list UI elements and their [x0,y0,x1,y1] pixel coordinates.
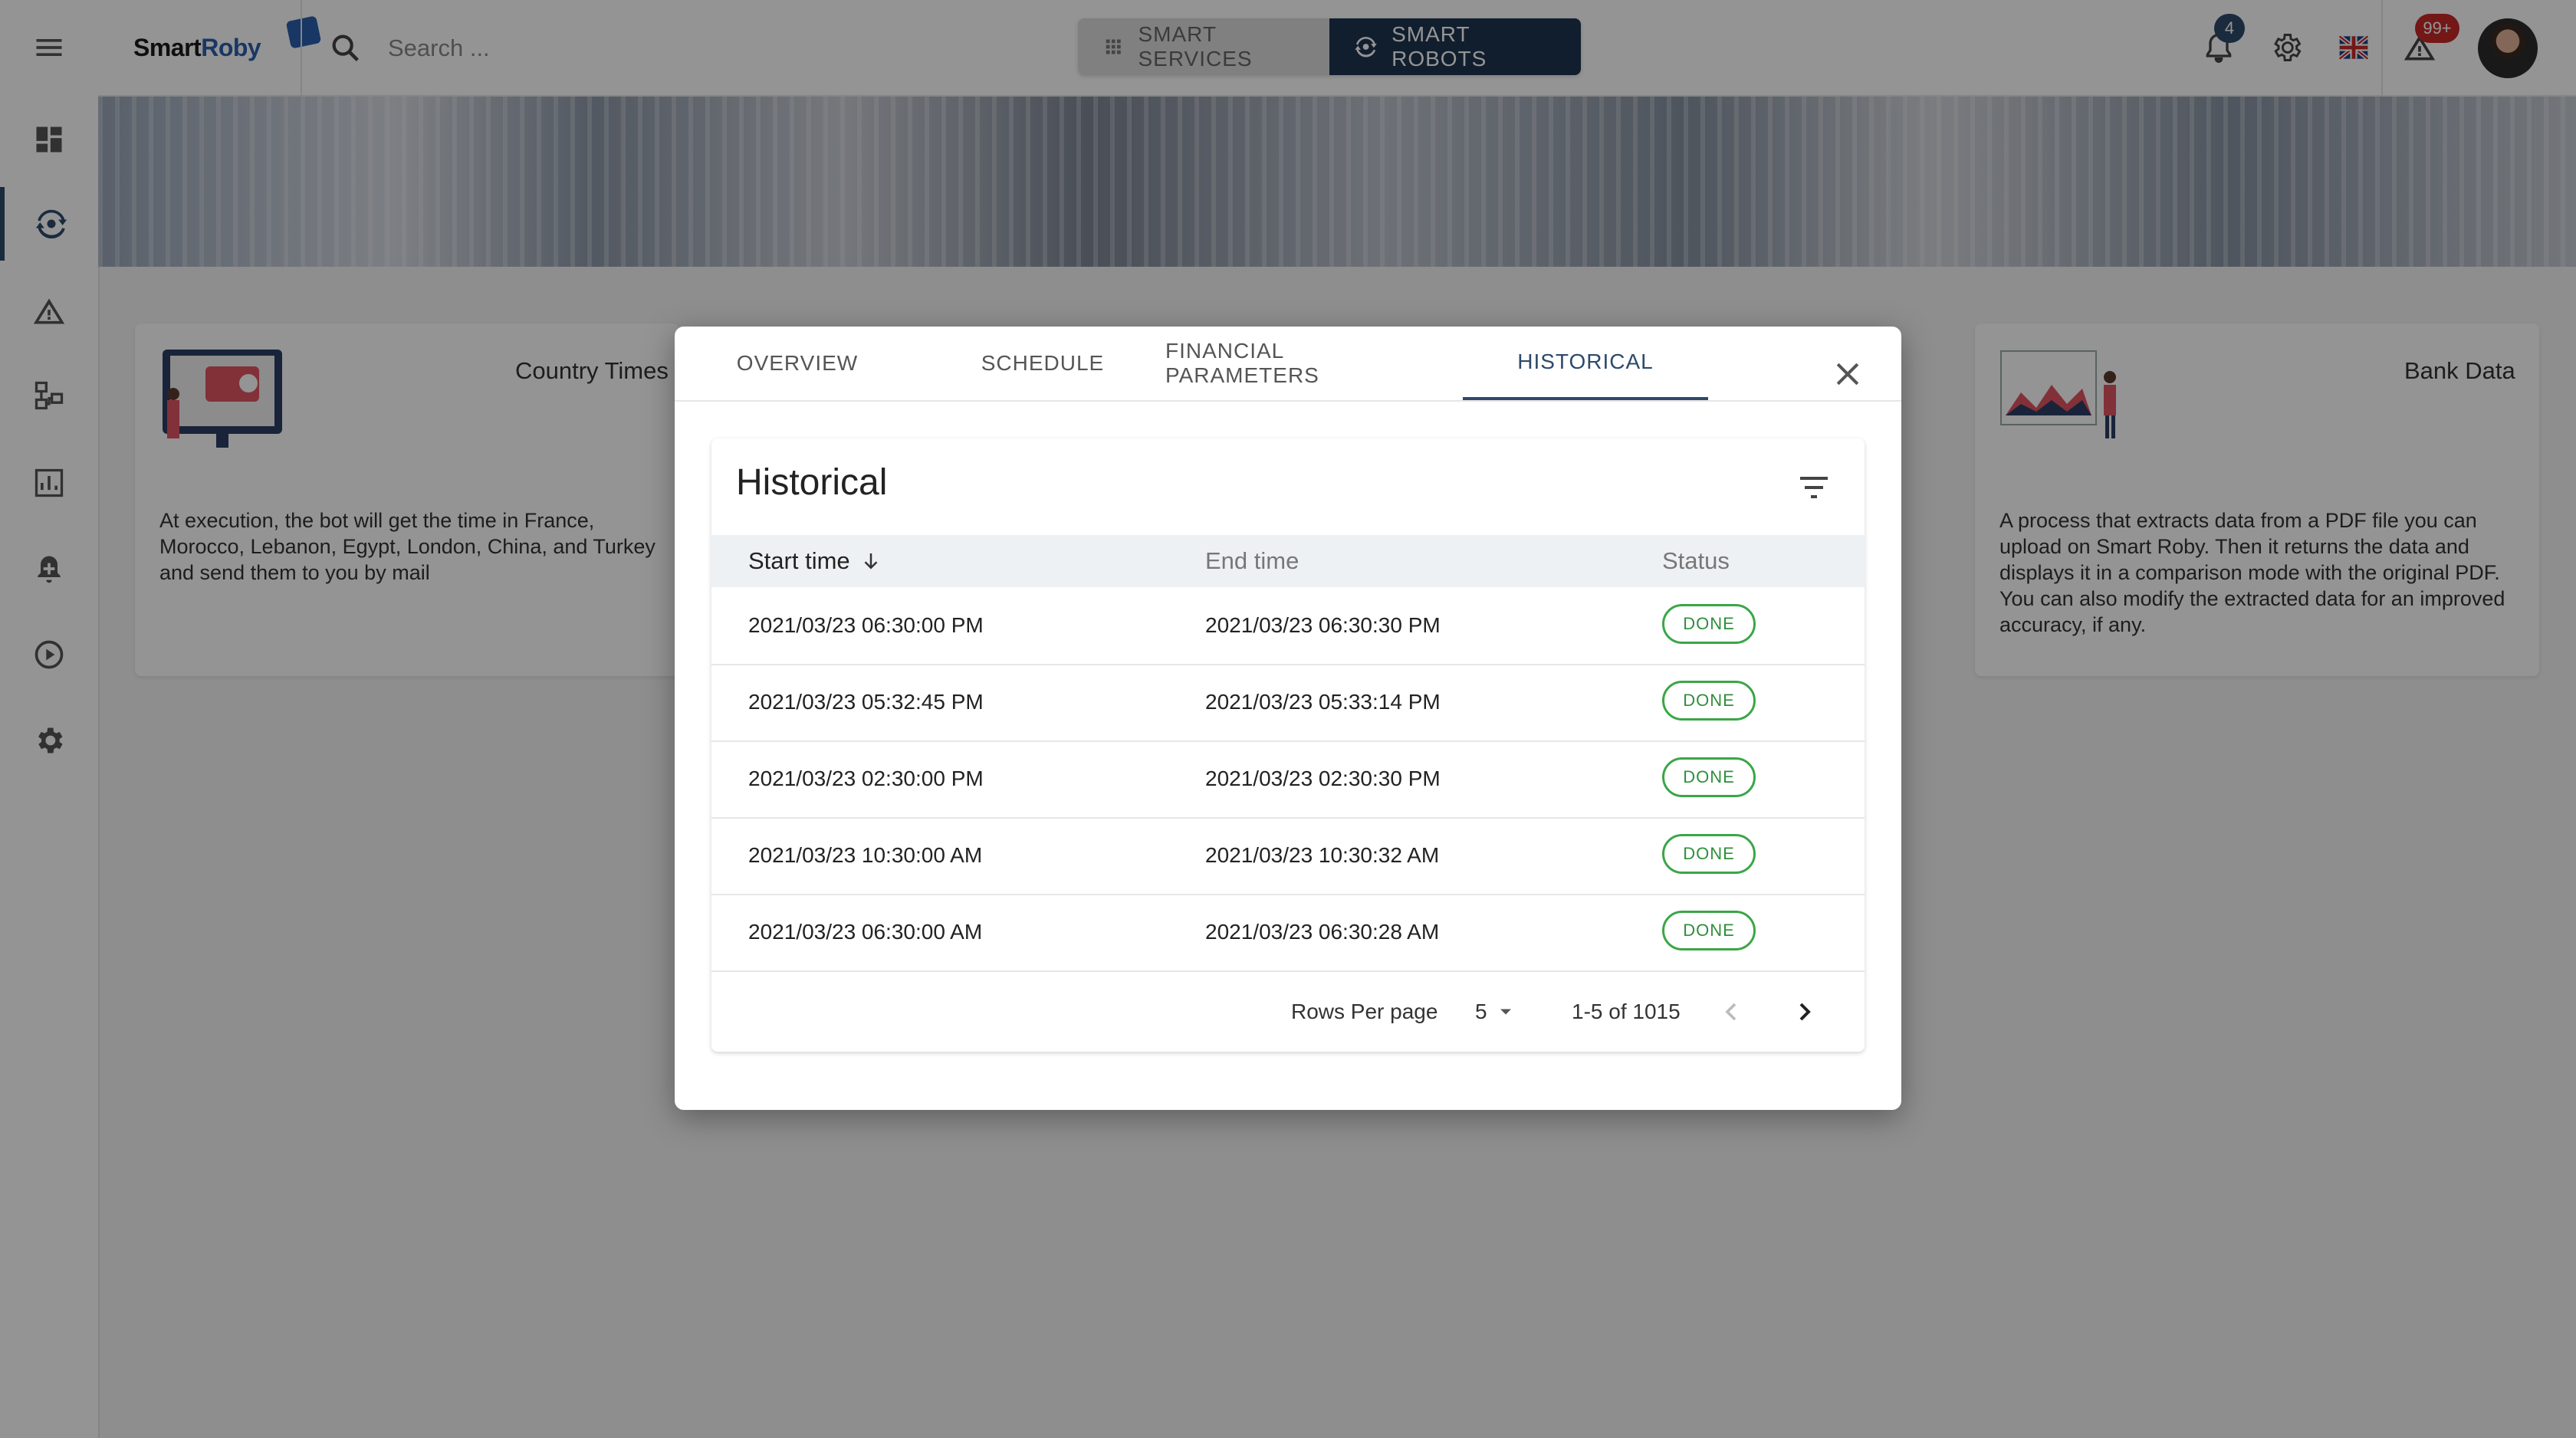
filter-icon[interactable] [1796,469,1832,506]
column-label: Start time [748,547,850,574]
rows-per-page-label: Rows Per page [1291,1000,1438,1023]
start-time-cell: 2021/03/23 02:30:00 PM [748,767,984,790]
caret-down-icon [1500,1009,1511,1015]
start-time-cell: 2021/03/23 05:32:45 PM [748,690,984,714]
close-icon[interactable] [1831,357,1865,391]
dialog-tabs: OVERVIEW SCHEDULE FINANCIAL PARAMETERS H… [675,327,1901,402]
end-time-cell: 2021/03/23 10:30:32 AM [1205,843,1440,867]
historical-panel: Historical Start time End time Status 20… [711,438,1865,1052]
column-header-end-time[interactable]: End time [1205,535,1299,587]
start-time-cell: 2021/03/23 10:30:00 AM [748,843,983,867]
table-row[interactable]: 2021/03/23 05:32:45 PM 2021/03/23 05:33:… [711,664,1865,742]
next-page-button[interactable] [1786,993,1823,1030]
section-title: Historical [736,462,888,503]
tab-historical[interactable]: HISTORICAL [1463,327,1708,400]
rows-per-page-select[interactable]: 5 [1475,995,1516,1029]
table-row[interactable]: 2021/03/23 06:30:00 PM 2021/03/23 06:30:… [711,587,1865,665]
status-badge: DONE [1662,757,1756,797]
sort-arrow-down-icon [864,553,878,570]
pagination: Rows Per page 5 1-5 of 1015 [711,972,1865,1052]
table-row[interactable]: 2021/03/23 10:30:00 AM 2021/03/23 10:30:… [711,817,1865,895]
end-time-cell: 2021/03/23 05:33:14 PM [1205,690,1441,714]
start-time-cell: 2021/03/23 06:30:00 AM [748,920,983,944]
table-row[interactable]: 2021/03/23 02:30:00 PM 2021/03/23 02:30:… [711,740,1865,819]
tab-overview[interactable]: OVERVIEW [675,327,920,400]
column-header-status[interactable]: Status [1662,535,1730,587]
end-time-cell: 2021/03/23 06:30:28 AM [1205,920,1440,944]
rows-per-page-value: 5 [1475,1000,1487,1023]
status-badge: DONE [1662,681,1756,721]
chevron-left-icon [1725,1003,1737,1021]
table-header: Start time End time Status [711,535,1865,587]
tab-financial-parameters[interactable]: FINANCIAL PARAMETERS [1165,327,1411,400]
column-header-start-time[interactable]: Start time [748,535,882,587]
status-badge: DONE [1662,604,1756,644]
status-badge: DONE [1662,834,1756,874]
end-time-cell: 2021/03/23 06:30:30 PM [1205,613,1441,637]
tab-schedule[interactable]: SCHEDULE [920,327,1165,400]
start-time-cell: 2021/03/23 06:30:00 PM [748,613,984,637]
robot-details-dialog: OVERVIEW SCHEDULE FINANCIAL PARAMETERS H… [675,327,1901,1110]
previous-page-button[interactable] [1713,993,1750,1030]
chevron-right-icon [1799,1003,1811,1021]
end-time-cell: 2021/03/23 02:30:30 PM [1205,767,1441,790]
page-range: 1-5 of 1015 [1572,1000,1681,1023]
table-row[interactable]: 2021/03/23 06:30:00 AM 2021/03/23 06:30:… [711,894,1865,972]
status-badge: DONE [1662,911,1756,950]
